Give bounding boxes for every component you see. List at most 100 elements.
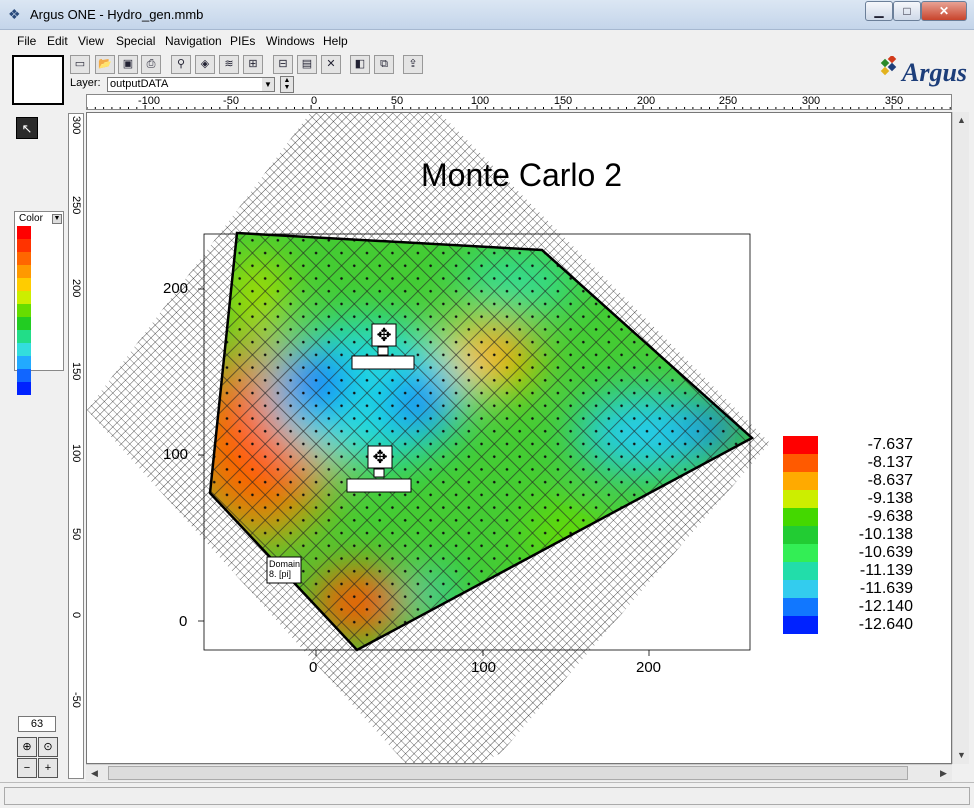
color-swatch[interactable] xyxy=(17,226,31,239)
chevron-down-icon[interactable]: ▼ xyxy=(262,78,274,91)
export-icon[interactable]: ⇪ xyxy=(403,55,423,74)
ruler-label: 300 xyxy=(801,95,821,107)
menu-edit[interactable]: Edit xyxy=(47,34,68,48)
legend-swatch xyxy=(783,526,818,544)
color-swatches xyxy=(17,226,31,395)
ruler-label: 50 xyxy=(70,528,82,541)
shapes-icon[interactable]: ◈ xyxy=(195,55,215,74)
svg-text:✥: ✥ xyxy=(376,325,391,346)
menu-special[interactable]: Special xyxy=(116,34,155,48)
legend-entry: -10.639 xyxy=(783,544,913,562)
y-tick-label: 0 xyxy=(179,613,188,630)
zoom-extents-icon[interactable]: ⊙ xyxy=(38,737,58,757)
color-swatch[interactable] xyxy=(17,343,31,356)
stack-icon[interactable]: ◧ xyxy=(350,55,370,74)
menu-pies[interactable]: PIEs xyxy=(230,34,255,48)
legend-swatch xyxy=(783,598,818,616)
legend-label: -9.138 xyxy=(867,490,913,507)
scroll-up-icon[interactable]: ▲ xyxy=(953,112,970,129)
legend-swatch xyxy=(783,580,818,598)
legend-entry: -8.637 xyxy=(783,472,913,490)
maximize-button[interactable]: □ xyxy=(893,1,921,21)
window-title: Argus ONE - Hydro_gen.mmb xyxy=(30,7,204,22)
layer-select[interactable]: outputDATA xyxy=(107,77,275,92)
save-icon[interactable]: ▣ xyxy=(118,55,138,74)
zoom-out-icon[interactable]: − xyxy=(17,758,37,778)
binoculars-icon[interactable]: ⚲ xyxy=(171,55,191,74)
table-icon[interactable]: ⊟ xyxy=(273,55,293,74)
zoom-in-icon[interactable]: + xyxy=(38,758,58,778)
legend-label: -9.638 xyxy=(867,508,913,525)
zoom-window-icon[interactable]: ⊕ xyxy=(17,737,37,757)
cube-icon[interactable]: ⧉ xyxy=(374,55,394,74)
menu-help[interactable]: Help xyxy=(323,34,348,48)
scroll-down-icon[interactable]: ▼ xyxy=(953,747,970,764)
legend-label: -7.637 xyxy=(867,436,913,453)
y-tick-label: 100 xyxy=(163,446,189,463)
color-swatch[interactable] xyxy=(17,252,31,265)
legend-entry: -11.639 xyxy=(783,580,913,598)
menu-windows[interactable]: Windows xyxy=(266,34,315,48)
color-panel: Color ▼ xyxy=(14,211,64,395)
chart-icon[interactable]: ▤ xyxy=(297,55,317,74)
color-swatch[interactable] xyxy=(17,330,31,343)
open-folder-icon[interactable]: 📂 xyxy=(95,55,115,74)
chevron-down-icon[interactable]: ▼ xyxy=(52,214,62,224)
domain-annotation: Domain 8. [pi] xyxy=(269,559,300,579)
print-icon[interactable]: ⎙ xyxy=(141,55,161,74)
pointer-tool-icon[interactable]: ↖ xyxy=(16,117,38,139)
scroll-thumb[interactable] xyxy=(108,766,908,780)
drawing-canvas[interactable]: ✥ ✥ Monte Carlo 2 Domain 8. [pi] 0 100 2… xyxy=(86,112,952,764)
layers-icon[interactable]: ≋ xyxy=(219,55,239,74)
color-swatch[interactable] xyxy=(17,356,31,369)
domain-annotation-line2: 8. [pi] xyxy=(269,569,292,579)
ruler-label: 150 xyxy=(70,362,82,381)
legend-entry: -7.637 xyxy=(783,436,913,454)
color-swatch[interactable] xyxy=(17,265,31,278)
ruler-label: 200 xyxy=(636,95,656,107)
x-tick-label: 100 xyxy=(471,659,497,676)
legend-entry: -9.638 xyxy=(783,508,913,526)
app-icon: ❖ xyxy=(8,6,21,22)
color-swatch[interactable] xyxy=(17,278,31,291)
menu-file[interactable]: File xyxy=(17,34,36,48)
color-label: Color xyxy=(19,213,43,224)
ruler-label: 300 xyxy=(70,116,82,135)
color-swatch[interactable] xyxy=(17,304,31,317)
legend-label: -8.137 xyxy=(867,454,913,471)
layer-spinner[interactable]: ▲ ▼ xyxy=(280,76,294,93)
color-swatch[interactable] xyxy=(17,291,31,304)
menu-navigation[interactable]: Navigation xyxy=(165,34,222,48)
y-tick-label: 200 xyxy=(163,280,189,297)
legend-label: -11.639 xyxy=(859,580,913,597)
ruler-label: 0 xyxy=(70,612,82,619)
close-button[interactable]: ✕ xyxy=(921,1,967,21)
scroll-left-icon[interactable]: ◀ xyxy=(86,765,103,782)
scroll-right-icon[interactable]: ▶ xyxy=(935,765,952,782)
ruler-label: 50 xyxy=(390,95,404,107)
status-field xyxy=(4,787,970,805)
grid-icon[interactable]: ⊞ xyxy=(243,55,263,74)
cross-icon[interactable]: ✕ xyxy=(321,55,341,74)
zoom-level-field[interactable]: 63 xyxy=(18,716,56,732)
menu-view[interactable]: View xyxy=(78,34,104,48)
domain-annotation-line1: Domain xyxy=(269,559,301,569)
minimize-button[interactable]: ▁ xyxy=(865,1,893,21)
color-swatch[interactable] xyxy=(17,239,31,252)
legend-swatch xyxy=(783,490,818,508)
plot-title: Monte Carlo 2 xyxy=(421,157,622,193)
ruler-label: 150 xyxy=(553,95,573,107)
legend-swatch xyxy=(783,562,818,580)
legend-entry: -11.139 xyxy=(783,562,913,580)
color-swatch[interactable] xyxy=(17,369,31,382)
ruler-label: 250 xyxy=(718,95,738,107)
color-swatch[interactable] xyxy=(17,317,31,330)
legend-label: -12.140 xyxy=(858,598,913,615)
legend-swatch xyxy=(783,616,818,634)
legend-label: -10.639 xyxy=(858,544,913,561)
legend-entry: -9.138 xyxy=(783,490,913,508)
vertical-scrollbar[interactable]: ▲ ▼ xyxy=(952,112,969,764)
horizontal-scrollbar[interactable]: ◀ ▶ xyxy=(86,764,952,781)
new-file-icon[interactable]: ▭ xyxy=(70,55,90,74)
color-swatch[interactable] xyxy=(17,382,31,395)
